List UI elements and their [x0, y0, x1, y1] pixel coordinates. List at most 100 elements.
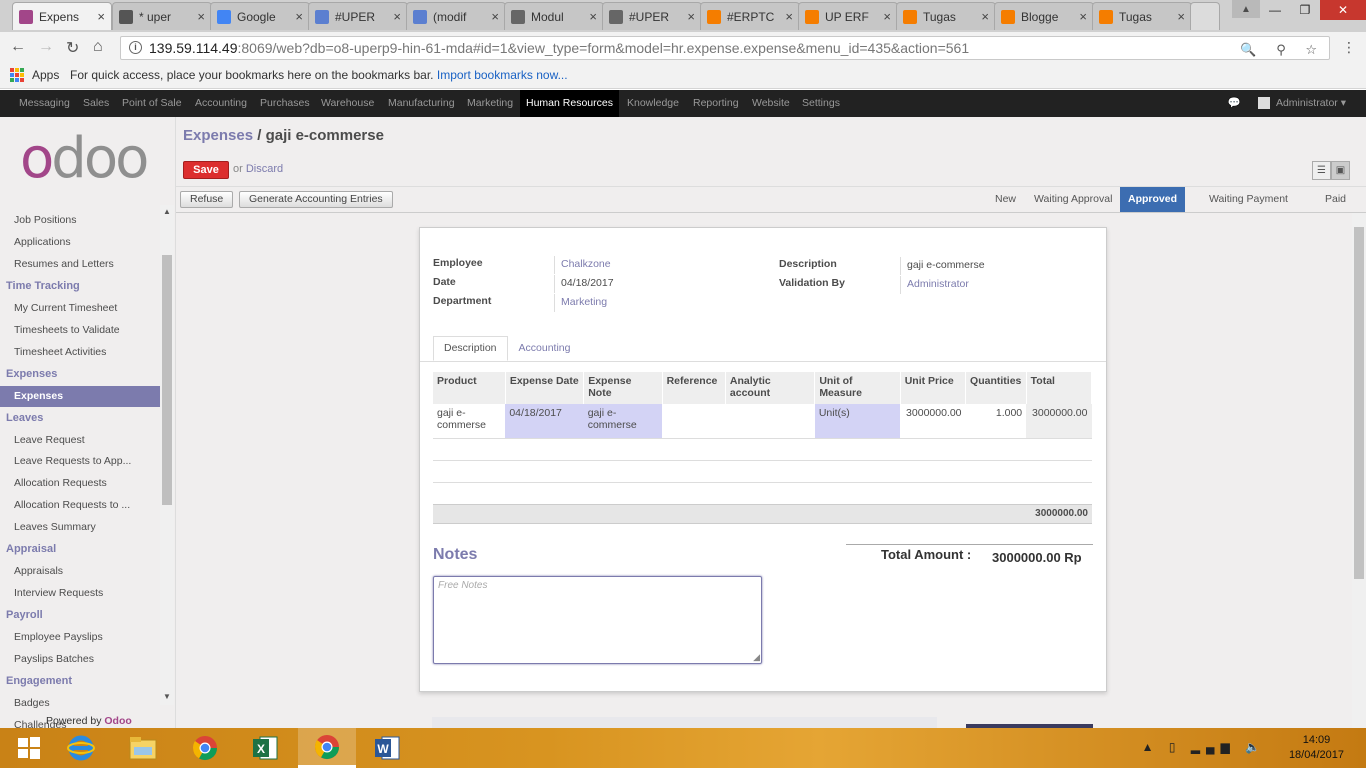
taskbar-clock[interactable]: 14:09 18/04/2017 — [1289, 733, 1344, 763]
browser-tab[interactable]: Expens × — [12, 2, 112, 30]
internet-explorer-icon[interactable] — [52, 728, 110, 768]
close-tab-icon[interactable]: × — [1079, 9, 1087, 24]
odoo-logo[interactable]: odoo — [20, 131, 149, 187]
breadcrumb-expenses-link[interactable]: Expenses — [183, 127, 253, 144]
close-tab-icon[interactable]: × — [97, 9, 105, 24]
word-icon[interactable]: W — [358, 728, 416, 768]
column-header-unit-price[interactable]: Unit Price — [900, 372, 967, 404]
new-tab-button[interactable] — [1190, 2, 1220, 30]
cell-analytic-account[interactable] — [725, 404, 815, 439]
scroll-down-icon[interactable]: ▼ — [163, 692, 171, 701]
user-menu[interactable]: 💬 Administrator ▾ — [1228, 90, 1346, 117]
stage-new[interactable]: New — [987, 187, 1024, 212]
cell-product[interactable]: gaji e-commerse — [433, 404, 506, 439]
home-icon[interactable]: ⌂ — [93, 38, 103, 56]
system-tray-icons[interactable]: ▲ ▯ ▂▄▆ 🔈 — [1142, 740, 1266, 754]
tab-description[interactable]: Description — [433, 336, 508, 361]
site-info-icon[interactable]: i — [129, 41, 142, 54]
topmenu-item-website[interactable]: Website — [752, 90, 790, 117]
close-tab-icon[interactable]: × — [687, 9, 695, 24]
main-scroll-thumb[interactable] — [1354, 227, 1364, 579]
close-tab-icon[interactable]: × — [785, 9, 793, 24]
cell-quantities[interactable]: 1.000 — [965, 404, 1027, 439]
topmenu-item-settings[interactable]: Settings — [802, 90, 840, 117]
powered-by-brand[interactable]: Odoo — [104, 715, 131, 727]
reload-icon[interactable]: ↻ — [66, 38, 79, 58]
browser-tab[interactable]: Tugas × — [896, 2, 996, 30]
topmenu-item-point-of-sale[interactable]: Point of Sale — [122, 90, 182, 117]
sidebar-item-leaves-summary[interactable]: Leaves Summary — [0, 517, 160, 538]
column-header-analytic-account[interactable]: Analytic account — [725, 372, 816, 404]
column-header-quantities[interactable]: Quantities — [965, 372, 1027, 404]
stage-waiting-payment[interactable]: Waiting Payment — [1201, 187, 1296, 212]
sidebar-item-leave-requests-to-app[interactable]: Leave Requests to App... — [0, 451, 160, 472]
sidebar-item-my-current-timesheet[interactable]: My Current Timesheet — [0, 298, 160, 319]
sidebar-item-timesheets-to-validate[interactable]: Timesheets to Validate — [0, 320, 160, 341]
import-bookmarks-link[interactable]: Import bookmarks now... — [437, 68, 568, 82]
notes-textarea[interactable]: Free Notes ◢ — [433, 576, 762, 664]
sidebar-item-interview-requests[interactable]: Interview Requests — [0, 583, 160, 604]
close-tab-icon[interactable]: × — [393, 9, 401, 24]
minimize-icon[interactable]: — — [1260, 0, 1290, 20]
column-header-unit-of-measure[interactable]: Unit of Measure — [814, 372, 901, 404]
main-scrollbar[interactable] — [1352, 213, 1366, 728]
close-window-icon[interactable]: ✕ — [1320, 0, 1366, 20]
close-tab-icon[interactable]: × — [883, 9, 891, 24]
topmenu-item-reporting[interactable]: Reporting — [693, 90, 739, 117]
resize-grip-icon[interactable]: ◢ — [753, 652, 760, 663]
close-tab-icon[interactable]: × — [981, 9, 989, 24]
stage-approved[interactable]: Approved — [1120, 187, 1186, 212]
chrome-running-icon[interactable] — [298, 728, 356, 768]
cell-total[interactable]: 3000000.00 — [1026, 404, 1092, 439]
validation-by-field[interactable]: Administrator — [900, 276, 969, 294]
sidebar-item-allocation-requests-to[interactable]: Allocation Requests to ... — [0, 495, 160, 516]
sidebar-item-payslips-batches[interactable]: Payslips Batches — [0, 649, 160, 670]
topmenu-item-marketing[interactable]: Marketing — [467, 90, 513, 117]
url-action-icons[interactable]: 🔍 ⚲ ☆ — [1240, 39, 1325, 61]
topmenu-item-knowledge[interactable]: Knowledge — [627, 90, 679, 117]
browser-user-icon[interactable]: ▲ — [1232, 0, 1260, 18]
scroll-up-icon[interactable]: ▲ — [163, 207, 171, 216]
topmenu-item-accounting[interactable]: Accounting — [195, 90, 247, 117]
list-view-icon[interactable]: ☰ — [1312, 161, 1331, 180]
cell-unit-of-measure[interactable]: Unit(s) — [814, 404, 901, 439]
sidebar-item-allocation-requests[interactable]: Allocation Requests — [0, 473, 160, 494]
topmenu-item-manufacturing[interactable]: Manufacturing — [388, 90, 455, 117]
close-tab-icon[interactable]: × — [295, 9, 303, 24]
stage-paid[interactable]: Paid — [1317, 187, 1354, 212]
table-row[interactable]: gaji e-commerse 04/18/2017 gaji e-commerse… — [433, 404, 1092, 439]
file-explorer-icon[interactable] — [114, 728, 172, 768]
close-tab-icon[interactable]: × — [1177, 9, 1185, 24]
sidebar-item-applications[interactable]: Applications — [0, 232, 160, 253]
sidebar-item-badges[interactable]: Badges — [0, 693, 160, 714]
form-view-icon[interactable]: ▣ — [1331, 161, 1350, 180]
apps-shortcut[interactable]: Apps — [10, 64, 59, 86]
save-button[interactable]: Save — [183, 161, 229, 179]
browser-tab[interactable]: #ERPTC × — [700, 2, 800, 30]
forward-icon[interactable]: → — [38, 38, 54, 56]
sidebar-item-expenses[interactable]: Expenses — [0, 385, 160, 407]
browser-tab[interactable]: Blogge × — [994, 2, 1094, 30]
browser-tab[interactable]: * uper × — [112, 2, 212, 30]
back-icon[interactable]: ← — [10, 38, 26, 56]
topmenu-item-warehouse[interactable]: Warehouse — [321, 90, 374, 117]
sidebar-item-job-positions[interactable]: Job Positions — [0, 210, 160, 231]
topmenu-item-purchases[interactable]: Purchases — [260, 90, 310, 117]
sidebar-item-resumes-and-letters[interactable]: Resumes and Letters — [0, 254, 160, 275]
topmenu-item-sales[interactable]: Sales — [83, 90, 109, 117]
discard-button[interactable]: Discard — [246, 163, 283, 175]
close-tab-icon[interactable]: × — [491, 9, 499, 24]
cell-expense-note[interactable]: gaji e-commerse — [583, 404, 663, 439]
windows-start-icon[interactable] — [0, 728, 58, 768]
date-field[interactable]: 04/18/2017 — [554, 275, 614, 293]
cell-reference[interactable] — [662, 404, 726, 439]
generate-accounting-entries-button[interactable]: Generate Accounting Entries — [239, 191, 393, 208]
cell-unit-price[interactable]: 3000000.00 — [900, 404, 966, 439]
browser-tab[interactable]: Modul × — [504, 2, 604, 30]
description-field[interactable]: gaji e-commerse — [900, 257, 985, 275]
browser-tab[interactable]: UP ERF × — [798, 2, 898, 30]
browser-tab[interactable]: (modif × — [406, 2, 506, 30]
topmenu-item-human-resources[interactable]: Human Resources — [520, 90, 619, 117]
browser-menu-icon[interactable]: ⋮ — [1342, 39, 1356, 56]
chat-icon[interactable]: 💬 — [1228, 97, 1241, 109]
